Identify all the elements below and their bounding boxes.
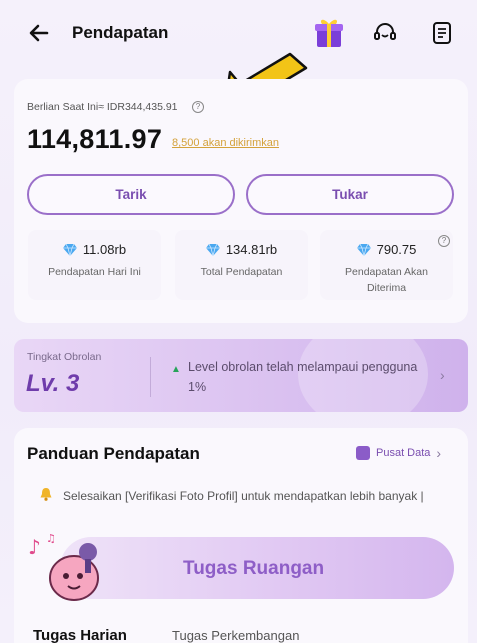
headset-icon[interactable] bbox=[372, 20, 398, 46]
mascot-icon: ♪ ♫ bbox=[28, 532, 99, 601]
diamond-icon bbox=[62, 243, 77, 256]
stat-today: 11.08rb Pendapatan Hari Ini bbox=[28, 230, 161, 300]
stat-total-value: 134.81rb bbox=[225, 242, 278, 257]
data-center-label: Pusat Data bbox=[376, 447, 431, 459]
stat-total: 134.81rb Total Pendapatan bbox=[175, 230, 308, 300]
info-icon[interactable]: ? bbox=[438, 235, 450, 247]
guide-title: Panduan Pendapatan bbox=[27, 444, 200, 463]
page-title: Pendapatan bbox=[72, 23, 169, 42]
withdraw-button[interactable]: Tarik bbox=[27, 174, 235, 215]
chevron-right-icon[interactable]: › bbox=[440, 367, 445, 383]
stat-pending-label: Pendapatan Akan Diterima bbox=[345, 266, 428, 294]
stat-total-label: Total Pendapatan bbox=[200, 266, 283, 278]
balance-label: Berlian Saat Ini≈ IDR344,435.91 ? bbox=[27, 101, 204, 113]
balance-value: 114,811.97 bbox=[27, 124, 163, 154]
bell-icon bbox=[40, 488, 52, 501]
pending-link[interactable]: 8,500 akan dikirimkan bbox=[172, 137, 279, 149]
back-arrow-icon[interactable] bbox=[26, 20, 52, 46]
stat-today-label: Pendapatan Hari Ini bbox=[48, 266, 141, 278]
level-value: Lv. 3 bbox=[26, 370, 80, 397]
chevron-right-icon: › bbox=[436, 445, 442, 461]
stat-pending-value: 790.75 bbox=[376, 242, 417, 257]
tab-growth-tasks[interactable]: Tugas Perkembangan bbox=[172, 628, 299, 643]
gift-icon[interactable] bbox=[314, 16, 344, 48]
exchange-button[interactable]: Tukar bbox=[246, 174, 454, 215]
level-label: Tingkat Obrolan bbox=[27, 351, 102, 363]
level-description: Level obrolan telah melampaui pengguna 1… bbox=[188, 360, 418, 394]
chart-icon bbox=[356, 446, 370, 460]
info-icon[interactable]: ? bbox=[192, 101, 204, 113]
diamond-icon bbox=[205, 243, 220, 256]
divider bbox=[150, 357, 151, 397]
room-task-label: Tugas Ruangan bbox=[183, 558, 325, 579]
svg-text:♪: ♪ bbox=[28, 535, 41, 559]
document-icon[interactable] bbox=[429, 20, 455, 46]
diamond-icon bbox=[356, 243, 371, 256]
notice-text: Selesaikan [Verifikasi Foto Profil] untu… bbox=[63, 489, 424, 503]
data-center-link[interactable]: Pusat Data › bbox=[356, 445, 441, 461]
arrow-up-icon: ▲ bbox=[171, 364, 181, 375]
tab-daily-tasks[interactable]: Tugas Harian bbox=[33, 627, 127, 643]
svg-text:♫: ♫ bbox=[46, 532, 56, 545]
stat-today-value: 11.08rb bbox=[82, 242, 127, 257]
balance-label-text: Berlian Saat Ini≈ IDR344,435.91 bbox=[27, 101, 178, 113]
stat-pending: 790.75 Pendapatan Akan Diterima bbox=[320, 230, 453, 300]
